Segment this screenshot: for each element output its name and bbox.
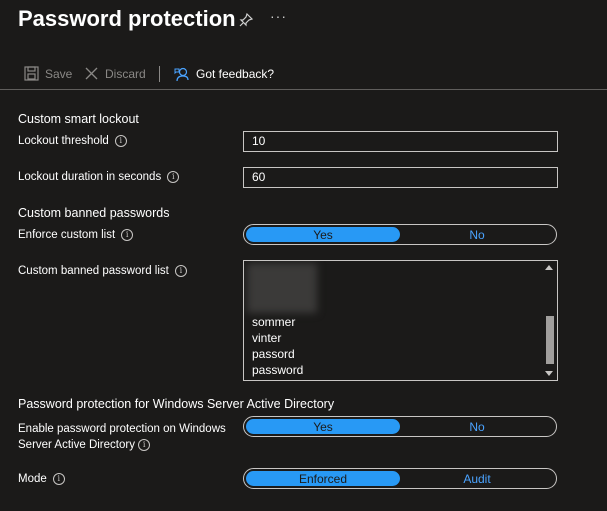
scrollbar[interactable] [542,261,557,380]
discard-button[interactable]: Discard [84,66,146,81]
enforce-custom-list-label: Enforce custom list i [18,229,134,241]
feedback-icon [174,67,189,82]
close-icon [85,67,98,80]
save-icon [24,66,39,81]
toolbar-divider [0,89,607,90]
enforce-custom-list-text: Enforce custom list [18,229,116,241]
list-item: passord [252,347,295,361]
scroll-up-arrow-icon[interactable] [545,265,553,270]
lockout-threshold-input[interactable]: 10 [243,131,558,152]
discard-label: Discard [105,66,146,81]
save-button[interactable]: Save [24,66,72,81]
lockout-threshold-label: Lockout threshold i [18,135,127,147]
feedback-label: Got feedback? [196,67,275,81]
info-icon[interactable]: i [138,438,151,451]
enable-protection-toggle[interactable]: Yes No [243,416,557,437]
mode-toggle[interactable]: Enforced Audit [243,468,557,489]
info-icon[interactable]: i [174,265,187,277]
list-item: vinter [252,331,282,345]
enable-protection-label: Enable password protection on Windows Se… [18,421,238,453]
banned-list-text: Custom banned password list [18,265,169,277]
list-item: sommer [252,315,296,329]
info-icon[interactable]: i [52,473,65,485]
list-item: password [252,363,304,377]
scrollbar-thumb[interactable] [546,316,554,364]
save-label: Save [45,66,73,81]
enable-yes-option[interactable]: Yes [246,419,400,434]
more-options-icon[interactable]: ··· [270,8,287,24]
pin-icon[interactable] [238,12,254,28]
section-windows-ad: Password protection for Windows Server A… [18,397,335,411]
mode-enforced-option[interactable]: Enforced [246,471,400,486]
toolbar-separator [159,66,160,82]
enforce-no-option[interactable]: No [400,227,554,242]
enforce-yes-option[interactable]: Yes [246,227,400,242]
redacted-content [247,263,317,313]
lockout-duration-input[interactable]: 60 [243,167,558,188]
mode-audit-option[interactable]: Audit [400,471,554,486]
banned-list-label: Custom banned password list i [18,265,187,277]
info-icon[interactable]: i [114,135,127,147]
info-icon[interactable]: i [167,171,180,183]
mode-text: Mode [18,473,47,485]
lockout-threshold-text: Lockout threshold [18,135,109,147]
info-icon[interactable]: i [121,229,134,241]
mode-label: Mode i [18,473,65,485]
feedback-button[interactable]: Got feedback? [174,66,274,82]
page-title: Password protection [18,6,236,31]
section-banned-passwords: Custom banned passwords [18,206,170,220]
enable-no-option[interactable]: No [400,419,554,434]
lockout-duration-text: Lockout duration in seconds [18,171,162,183]
section-smart-lockout: Custom smart lockout [18,112,139,126]
banned-password-textarea[interactable]: sommer vinter passord password [243,260,558,381]
scroll-down-arrow-icon[interactable] [545,371,553,376]
enforce-custom-list-toggle[interactable]: Yes No [243,224,557,245]
enable-protection-text: Enable password protection on Windows Se… [18,423,226,451]
lockout-duration-label: Lockout duration in seconds i [18,171,180,183]
